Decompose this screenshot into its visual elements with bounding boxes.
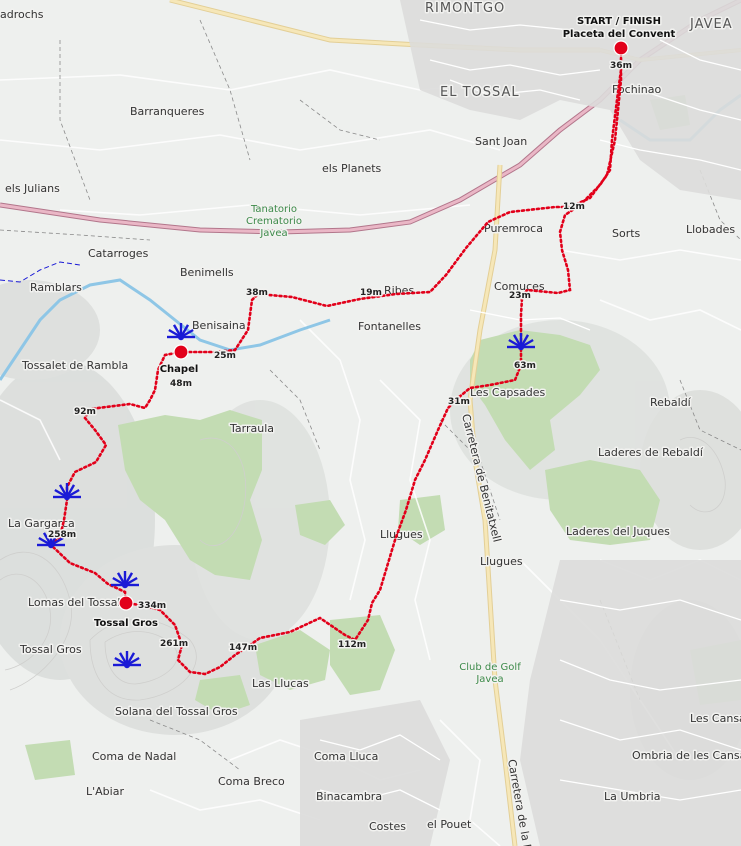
viewpoint-icon (113, 651, 141, 669)
chapel-altitude: 48m (170, 379, 192, 389)
viewpoint-icon (167, 323, 195, 341)
viewpoint-icon (507, 333, 535, 351)
chapel-marker[interactable] (173, 344, 189, 360)
start-subtitle: Placeta del Convent (563, 29, 676, 40)
altitude-label: 112m (338, 640, 366, 650)
summit-altitude: 334m (138, 601, 166, 611)
altitude-label: 92m (74, 407, 96, 417)
altitude-label: 38m (246, 288, 268, 298)
start-altitude: 36m (610, 61, 632, 71)
altitude-label: 261m (160, 639, 188, 649)
altitude-label: 12m (563, 202, 585, 212)
summit-marker[interactable] (118, 595, 134, 611)
altitude-label: 147m (229, 643, 257, 653)
start-finish-marker[interactable] (613, 40, 629, 56)
altitude-label: 258m (48, 530, 76, 540)
chapel-name: Chapel (160, 364, 199, 375)
viewpoint-icon (111, 571, 139, 589)
viewpoint-icon (53, 483, 81, 501)
altitude-label: 25m (214, 351, 236, 361)
route-overlay: 12m 19m 38m 23m 25m 63m 31m 92m 258m 261m 147m 112m… (37, 15, 677, 676)
map[interactable]: adrochs RIMONTGO EL TOSSAL JAVEA Fochinao Bar… (0, 0, 741, 846)
altitude-label: 31m (448, 397, 470, 407)
start-title: START / FINISH (577, 16, 661, 27)
summit-name: Tossal Gros (94, 618, 158, 629)
altitude-label: 19m (360, 288, 382, 298)
altitude-label: 63m (514, 361, 536, 371)
altitude-label: 23m (509, 291, 531, 301)
